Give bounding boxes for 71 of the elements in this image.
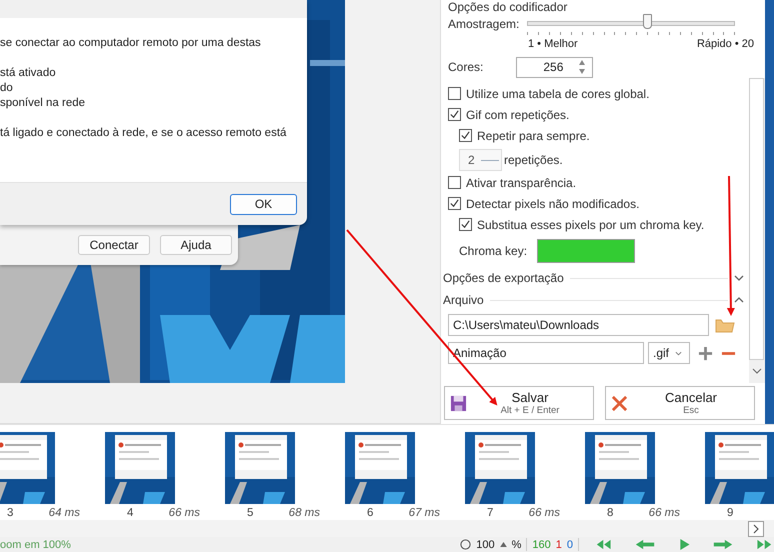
frame-number: 4 <box>127 507 134 520</box>
frame-number: 8 <box>607 507 614 520</box>
chevron-down-icon[interactable] <box>675 350 682 356</box>
frame-delay: 67 ms <box>408 507 440 520</box>
option-label: Utilize uma tabela de cores global. <box>466 86 650 100</box>
color-swatch[interactable] <box>537 239 636 263</box>
checkbox[interactable] <box>459 218 472 231</box>
close-icon <box>611 394 628 412</box>
checkbox[interactable] <box>448 197 461 210</box>
option-label: Detectar pixels não modificados. <box>466 196 640 210</box>
slider-max-label: Rápido • 20 <box>696 38 754 50</box>
option-label: repetições. <box>504 153 563 167</box>
spinner-arrows-icon[interactable] <box>578 59 586 75</box>
checkbox[interactable] <box>459 129 472 142</box>
frame-delay: 66 ms <box>168 507 200 520</box>
ok-button[interactable]: OK <box>230 194 297 214</box>
frame-delay: 68 ms <box>288 507 320 520</box>
status-message: oom em 100% <box>0 538 71 551</box>
checkbox[interactable] <box>448 87 461 100</box>
colors-spinbox[interactable]: 256 <box>516 56 594 78</box>
frame-delay: 64 ms <box>48 507 80 520</box>
spinner-up-icon[interactable] <box>500 542 507 548</box>
option-label: Gif com repetições. <box>466 108 570 122</box>
frame-number: 6 <box>367 507 374 520</box>
chevron-icon[interactable] <box>734 275 744 281</box>
dialog-text: do <box>0 81 14 96</box>
previous-frame-icon[interactable] <box>633 539 657 550</box>
frame-number: 3 <box>7 507 14 520</box>
section-title: Arquivo <box>443 293 484 307</box>
repetitions-field[interactable]: 2 <box>459 149 502 171</box>
option-label: Repetir para sempre. <box>477 128 590 142</box>
dialog-button[interactable]: Ajuda <box>160 235 232 255</box>
chevron-right-icon[interactable] <box>748 521 764 538</box>
checkbox[interactable] <box>448 176 461 189</box>
option-label: Ativar transparência. <box>466 176 576 190</box>
section-title: Opções de exportação <box>443 271 564 285</box>
slider-min-label: 1 • Melhor <box>528 38 578 50</box>
dialog-text: se conectar ao computador remoto por uma destas <box>0 36 262 51</box>
chevron-icon[interactable] <box>734 297 744 303</box>
action-button[interactable]: Cancelar Esc <box>605 386 755 420</box>
sampling-label: Amostragem: <box>448 17 520 31</box>
checkbox[interactable] <box>448 108 461 121</box>
dialog-text: sponível na rede <box>0 96 86 111</box>
search-icon <box>460 539 472 550</box>
frame-number: 9 <box>727 507 734 520</box>
zoom-unit: % <box>512 538 522 551</box>
chevron-down-icon[interactable] <box>752 368 762 374</box>
zoom-value[interactable]: 100 <box>476 538 495 551</box>
action-button[interactable]: Salvar Alt + E / Enter <box>444 386 594 420</box>
frame-number: 7 <box>487 507 494 520</box>
option-label: Substitua esses pixels por um chroma key. <box>477 218 704 232</box>
section-title: Opções do codificador <box>448 0 568 14</box>
chroma-key-label: Chroma key: <box>459 244 528 258</box>
scrollbar[interactable] <box>749 78 765 383</box>
frame-delay: 66 ms <box>528 507 560 520</box>
frame-delay: 66 ms <box>648 507 680 520</box>
extension-dropdown[interactable]: .gif <box>648 342 690 364</box>
selected-count: 1 <box>556 538 562 551</box>
frame-count: 160 <box>532 538 551 551</box>
dialog-text: tá ligado e conectado à rede, e se o acesso remoto está <box>0 126 288 141</box>
plus-icon[interactable] <box>698 346 713 360</box>
dialog-button[interactable]: Conectar <box>78 235 150 255</box>
folder-field[interactable]: C:\Users\mateu\Downloads <box>448 314 709 336</box>
folder-icon[interactable] <box>715 317 735 333</box>
next-frame-icon[interactable] <box>711 539 735 550</box>
frame-number: 5 <box>247 507 254 520</box>
filename-field[interactable]: Animação <box>448 342 644 364</box>
colors-label: Cores: <box>448 60 484 74</box>
count-value: 0 <box>566 538 573 551</box>
dialog-text: stá ativado <box>0 66 57 81</box>
sampling-slider[interactable] <box>527 14 736 34</box>
